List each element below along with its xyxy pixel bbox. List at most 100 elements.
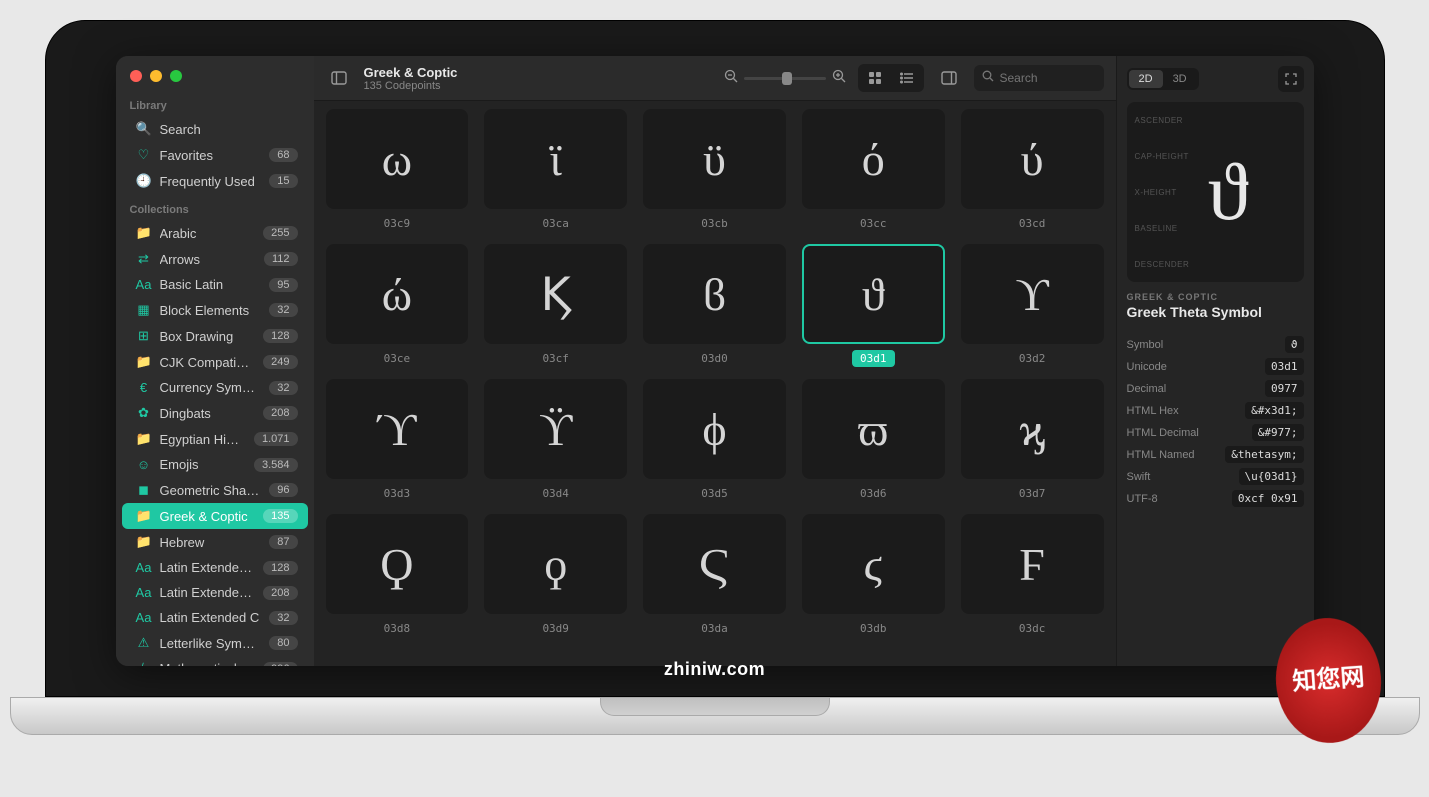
sidebar-item-favorites[interactable]: ♡ Favorites 68 (122, 142, 308, 168)
sidebar-item-hebrew[interactable]: 📁 Hebrew 87 (122, 529, 308, 555)
meta-value[interactable]: 0977 (1265, 380, 1304, 397)
glyph-tile[interactable]: ϔ (484, 379, 627, 479)
glyph-tile[interactable]: ό (802, 109, 945, 209)
preview-mode-segment: 2D 3D (1127, 68, 1199, 90)
folder-icon: Aa (136, 585, 152, 600)
sidebar-item-label: Frequently Used (160, 174, 262, 189)
sidebar-item-currency-symbols[interactable]: € Currency Symbols 32 (122, 375, 308, 400)
glyph-cell: Ϗ 03cf (484, 244, 627, 367)
sidebar-icon: 🕘 (136, 173, 152, 189)
sidebar-item-badge: 112 (264, 252, 298, 266)
glyph-cell: ϑ 03d1 (802, 244, 945, 367)
meta-value[interactable]: \u{03d1} (1239, 468, 1304, 485)
sidebar-item-egyptian-hieroglyphs[interactable]: 📁 Egyptian Hieroglyphs 1.071 (122, 426, 308, 452)
sidebar-item-label: Latin Extended C (160, 610, 262, 625)
folder-icon: √x (136, 661, 152, 666)
meta-row: Symbol ϑ (1127, 336, 1304, 353)
sidebar-item-cjk-compatibility[interactable]: 📁 CJK Compatibility 249 (122, 349, 308, 375)
sidebar-item-basic-latin[interactable]: Aa Basic Latin 95 (122, 272, 308, 297)
glyph-tile[interactable]: Ϝ (961, 514, 1104, 614)
meta-key: Swift (1127, 471, 1151, 483)
sidebar-item-search[interactable]: 🔍 Search (122, 116, 308, 142)
glyph-tile[interactable]: ϗ (961, 379, 1104, 479)
folder-icon: ⇄ (136, 251, 152, 267)
glyph-tile[interactable]: ϖ (802, 379, 945, 479)
sidebar-item-greek-coptic[interactable]: 📁 Greek & Coptic 135 (122, 503, 308, 529)
meta-value[interactable]: 03d1 (1265, 358, 1304, 375)
meta-value[interactable]: &thetasym; (1225, 446, 1303, 463)
sidebar-item-block-elements[interactable]: ▦ Block Elements 32 (122, 297, 308, 323)
glyph-preview: ASCENDERCAP-HEIGHTX-HEIGHTBASELINEDESCEN… (1127, 102, 1304, 282)
glyph-tile[interactable]: ϓ (326, 379, 469, 479)
toggle-inspector-button[interactable] (936, 65, 962, 91)
folder-icon: ⊞ (136, 328, 152, 344)
expand-preview-button[interactable] (1278, 66, 1304, 92)
metric-label: CAP-HEIGHT (1135, 152, 1190, 161)
glyph-tile[interactable]: ϕ (643, 379, 786, 479)
sidebar-item-geometric-shapes[interactable]: ◼ Geometric Shapes 96 (122, 477, 308, 503)
glyph-tile[interactable]: ϒ (961, 244, 1104, 344)
sidebar-item-badge: 135 (263, 509, 297, 523)
glyph-grid-container[interactable]: ω 03c9ϊ 03caϋ 03cbό 03ccύ 03cdώ 03ceϏ 03… (314, 101, 1116, 666)
meta-row: UTF-8 0xcf 0x91 (1127, 490, 1304, 507)
preview-2d-button[interactable]: 2D (1129, 70, 1163, 88)
sidebar-item-arabic[interactable]: 📁 Arabic 255 (122, 220, 308, 246)
sidebar-item-badge: 95 (269, 278, 297, 292)
sidebar-item-label: Greek & Coptic (160, 509, 256, 524)
glyph-tile[interactable]: Ϙ (326, 514, 469, 614)
sidebar-item-badge: 208 (263, 406, 297, 420)
preview-3d-button[interactable]: 3D (1163, 70, 1197, 88)
sidebar-item-latin-extended-b[interactable]: Aa Latin Extended B 208 (122, 580, 308, 605)
meta-value[interactable]: ϑ (1285, 336, 1304, 353)
close-button[interactable] (130, 70, 142, 82)
sidebar-item-badge: 249 (263, 355, 297, 369)
sidebar-item-emojis[interactable]: ☺ Emojis 3.584 (122, 452, 308, 477)
sidebar-item-latin-extended-c[interactable]: Aa Latin Extended C 32 (122, 605, 308, 630)
slider-track[interactable] (744, 77, 826, 80)
glyph-tile[interactable]: ω (326, 109, 469, 209)
sidebar-item-label: Latin Extended B (160, 585, 256, 600)
meta-value[interactable]: 0xcf 0x91 (1232, 490, 1304, 507)
maximize-button[interactable] (170, 70, 182, 82)
search-box[interactable] (974, 65, 1104, 91)
sidebar-item-arrows[interactable]: ⇄ Arrows 112 (122, 246, 308, 272)
zoom-out-icon[interactable] (724, 69, 738, 88)
sidebar-item-frequently-used[interactable]: 🕘 Frequently Used 15 (122, 168, 308, 194)
toggle-sidebar-button[interactable] (326, 65, 352, 91)
sidebar-item-label: Hebrew (160, 535, 262, 550)
sidebar-item-dingbats[interactable]: ✿ Dingbats 208 (122, 400, 308, 426)
glyph-tile[interactable]: ύ (961, 109, 1104, 209)
search-icon (982, 69, 994, 87)
meta-value[interactable]: &#x3d1; (1245, 402, 1303, 419)
meta-value[interactable]: &#977; (1252, 424, 1304, 441)
glyph-tile[interactable]: ϐ (643, 244, 786, 344)
sidebar-item-label: Search (160, 122, 298, 137)
folder-icon: € (136, 380, 152, 395)
glyph-tile[interactable]: ϋ (643, 109, 786, 209)
meta-key: Decimal (1127, 383, 1167, 395)
metric-label: DESCENDER (1135, 260, 1190, 269)
sidebar-item-badge: 208 (263, 586, 297, 600)
search-input[interactable] (1000, 71, 1096, 85)
slider-thumb[interactable] (782, 72, 792, 85)
glyph-tile[interactable]: ϑ (802, 244, 945, 344)
sidebar-item-box-drawing[interactable]: ⊞ Box Drawing 128 (122, 323, 308, 349)
zoom-in-icon[interactable] (832, 69, 846, 88)
folder-icon: ☺ (136, 457, 152, 472)
zoom-slider[interactable] (724, 69, 846, 88)
glyph-tile[interactable]: ϛ (802, 514, 945, 614)
glyph-tile[interactable]: ώ (326, 244, 469, 344)
sidebar-item-mathematical-alphanu-[interactable]: √x Mathematical Alphanu… 996 (122, 656, 308, 666)
glyph-tile[interactable]: Ϗ (484, 244, 627, 344)
glyph-code: 03ca (534, 215, 577, 232)
sidebar-item-letterlike-symbols[interactable]: ⚠ Letterlike Symbols 80 (122, 630, 308, 656)
sidebar-item-badge: 68 (269, 148, 297, 162)
glyph-tile[interactable]: ϊ (484, 109, 627, 209)
grid-view-button[interactable] (860, 66, 890, 90)
list-view-button[interactable] (892, 66, 922, 90)
sidebar-item-latin-extended-a[interactable]: Aa Latin Extended A 128 (122, 555, 308, 580)
sidebar-item-badge: 15 (269, 174, 297, 188)
glyph-tile[interactable]: ϙ (484, 514, 627, 614)
glyph-tile[interactable]: Ϛ (643, 514, 786, 614)
minimize-button[interactable] (150, 70, 162, 82)
